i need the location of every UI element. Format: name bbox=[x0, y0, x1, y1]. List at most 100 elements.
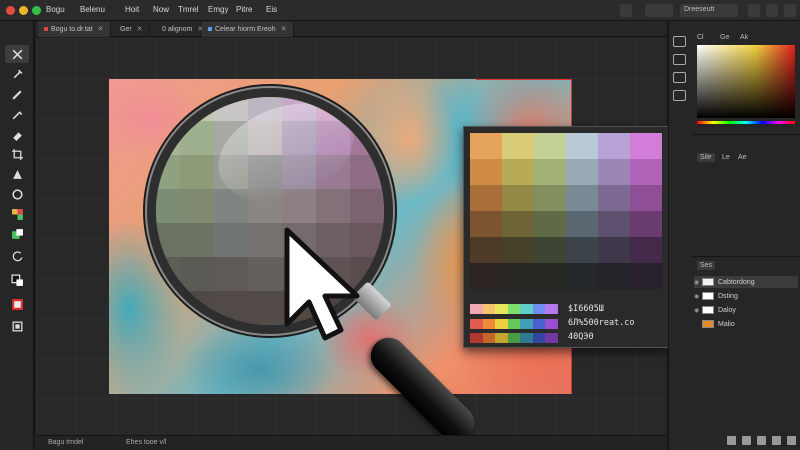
color-picker-icon[interactable] bbox=[5, 205, 29, 223]
strip-color[interactable] bbox=[507, 304, 521, 314]
color-swatch[interactable] bbox=[502, 237, 534, 263]
layer-row[interactable]: ◉ Daloy bbox=[694, 304, 798, 316]
menu-layer[interactable]: Emgy bbox=[208, 5, 228, 14]
color-swatch[interactable] bbox=[534, 237, 566, 263]
link-icon[interactable] bbox=[727, 436, 736, 445]
menu-file[interactable]: Belenu bbox=[80, 5, 105, 14]
color-swatch[interactable] bbox=[534, 159, 566, 185]
zoom-window-button[interactable] bbox=[32, 6, 41, 15]
menu-help[interactable]: Eis bbox=[266, 5, 277, 14]
menu-app[interactable]: Bogu bbox=[46, 5, 65, 14]
color-swatch[interactable] bbox=[566, 133, 598, 159]
close-icon[interactable]: ✕ bbox=[281, 26, 287, 33]
strip-color[interactable] bbox=[532, 319, 546, 329]
layer-row[interactable]: Malio bbox=[694, 318, 798, 330]
strip-color[interactable] bbox=[545, 304, 559, 314]
shape-icon[interactable] bbox=[5, 185, 29, 203]
color-swatch[interactable] bbox=[470, 159, 502, 185]
eyedropper-icon[interactable] bbox=[5, 65, 29, 83]
color-swatch[interactable] bbox=[566, 159, 598, 185]
strip-color[interactable] bbox=[482, 319, 496, 329]
hue-slider[interactable] bbox=[697, 121, 795, 124]
color-swatch[interactable] bbox=[534, 263, 566, 289]
color-swatch[interactable] bbox=[502, 263, 534, 289]
strip-color[interactable] bbox=[507, 333, 521, 343]
swatch-icon[interactable] bbox=[5, 225, 29, 243]
color-swatch[interactable] bbox=[566, 211, 598, 237]
color-swatch[interactable] bbox=[470, 211, 502, 237]
strip-color[interactable] bbox=[545, 333, 559, 343]
tab-swatches[interactable]: Sile bbox=[697, 153, 715, 162]
strip-color[interactable] bbox=[507, 319, 521, 329]
strip-color[interactable] bbox=[482, 333, 496, 343]
layer-row[interactable]: ◉ Cabtordong bbox=[694, 276, 798, 288]
close-icon[interactable]: ✕ bbox=[137, 26, 143, 33]
mask-icon[interactable] bbox=[757, 436, 766, 445]
strip-color[interactable] bbox=[470, 319, 483, 329]
strip-color[interactable] bbox=[532, 304, 546, 314]
tab-gradient[interactable]: Ge bbox=[720, 34, 729, 41]
color-swatch[interactable] bbox=[470, 185, 502, 211]
account-icon[interactable] bbox=[766, 4, 778, 17]
palette-icon[interactable] bbox=[5, 295, 29, 313]
color-swatch[interactable] bbox=[598, 159, 630, 185]
tab-ae[interactable]: Ae bbox=[738, 154, 747, 161]
color-swatch[interactable] bbox=[630, 185, 662, 211]
close-icon[interactable]: ✕ bbox=[98, 26, 104, 33]
fx-icon[interactable] bbox=[742, 436, 751, 445]
screen-mode-icon[interactable] bbox=[5, 317, 29, 335]
color-swatch[interactable] bbox=[502, 159, 534, 185]
tab-document-2[interactable]: Ger ✕ bbox=[114, 22, 150, 37]
minimize-window-button[interactable] bbox=[19, 6, 28, 15]
trash-icon[interactable] bbox=[787, 436, 796, 445]
pen-icon[interactable] bbox=[5, 105, 29, 123]
strip-color[interactable] bbox=[482, 304, 496, 314]
tab-document-4[interactable]: Celear hiorm Ereoh ✕ bbox=[202, 22, 294, 37]
color-swatch[interactable] bbox=[534, 185, 566, 211]
color-swatch[interactable] bbox=[502, 133, 534, 159]
menu-view[interactable]: Now bbox=[153, 5, 169, 14]
menu-select[interactable]: Pitre bbox=[236, 5, 252, 14]
color-swatch[interactable] bbox=[598, 185, 630, 211]
swatch-strip[interactable] bbox=[470, 319, 559, 329]
strip-color[interactable] bbox=[495, 333, 508, 343]
move-icon[interactable] bbox=[5, 45, 29, 63]
color-swatch[interactable] bbox=[630, 211, 662, 237]
color-swatch[interactable] bbox=[470, 133, 502, 159]
history-icon[interactable] bbox=[673, 36, 686, 47]
color-swatch[interactable] bbox=[630, 133, 662, 159]
properties-icon[interactable] bbox=[673, 54, 686, 65]
color-swatch[interactable] bbox=[598, 263, 630, 289]
strip-color[interactable] bbox=[495, 304, 508, 314]
menu-image[interactable]: Tmrel bbox=[178, 5, 198, 14]
color-swatch[interactable] bbox=[566, 263, 598, 289]
strip-color[interactable] bbox=[532, 333, 546, 343]
visibility-icon[interactable]: ◉ bbox=[694, 293, 702, 300]
crop-icon[interactable] bbox=[5, 145, 29, 163]
color-swatch[interactable] bbox=[598, 237, 630, 263]
color-swatch[interactable] bbox=[470, 263, 502, 289]
libraries-icon[interactable] bbox=[673, 90, 686, 101]
strip-color[interactable] bbox=[470, 304, 483, 314]
color-swatch[interactable] bbox=[598, 133, 630, 159]
color-swatch[interactable] bbox=[566, 185, 598, 211]
color-swatch[interactable] bbox=[598, 211, 630, 237]
tab-document-1[interactable]: Bogu to.dr.tat ✕ bbox=[38, 22, 111, 37]
settings-icon[interactable] bbox=[784, 4, 796, 17]
color-swatch[interactable] bbox=[470, 237, 502, 263]
close-window-button[interactable] bbox=[6, 6, 15, 15]
swatch-strip[interactable] bbox=[470, 304, 559, 314]
strip-color[interactable] bbox=[470, 333, 483, 343]
swatch-strip[interactable] bbox=[470, 333, 559, 343]
share-button[interactable] bbox=[645, 4, 673, 17]
visibility-icon[interactable]: ◉ bbox=[694, 307, 702, 314]
color-swatch[interactable] bbox=[630, 159, 662, 185]
new-layer-icon[interactable] bbox=[772, 436, 781, 445]
fill-icon[interactable] bbox=[5, 165, 29, 183]
menu-edit[interactable]: Hoit bbox=[125, 5, 139, 14]
strip-color[interactable] bbox=[545, 319, 559, 329]
search-icon[interactable] bbox=[748, 4, 760, 17]
tab-adjust[interactable]: Ak bbox=[740, 34, 748, 41]
color-swatch[interactable] bbox=[502, 211, 534, 237]
color-swatch[interactable] bbox=[534, 211, 566, 237]
